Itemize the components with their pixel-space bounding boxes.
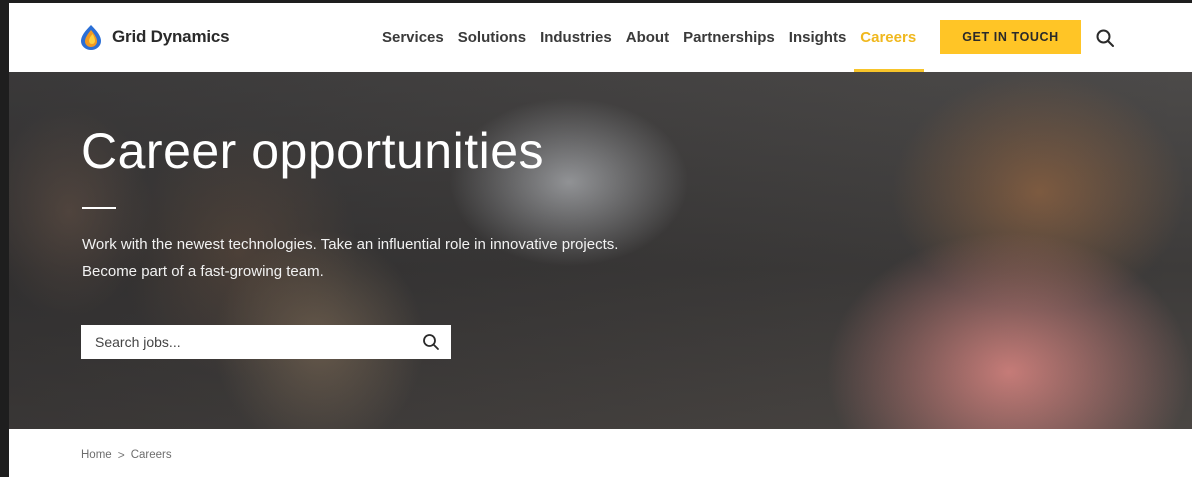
hero-subtitle-line-2: Become part of a fast-growing team.	[82, 263, 324, 280]
job-search-icon[interactable]	[421, 332, 441, 352]
browser-viewport: Grid Dynamics Services Solutions Industr…	[9, 3, 1192, 477]
hero-subtitle-line-1: Work with the newest technologies. Take …	[82, 236, 619, 253]
logo[interactable]: Grid Dynamics	[79, 24, 230, 50]
job-search-box	[81, 325, 451, 359]
nav-item-careers[interactable]: Careers	[854, 3, 925, 72]
site-header: Grid Dynamics Services Solutions Industr…	[9, 3, 1192, 72]
title-divider	[82, 207, 116, 209]
nav-item-solutions[interactable]: Solutions	[458, 3, 526, 72]
page-title: Career opportunities	[81, 123, 545, 179]
nav-item-partnerships[interactable]: Partnerships	[683, 3, 775, 72]
hero-banner: Career opportunities Work with the newes…	[9, 72, 1192, 429]
brand-name: Grid Dynamics	[112, 27, 230, 46]
breadcrumb-home[interactable]: Home	[81, 449, 112, 461]
nav-item-about[interactable]: About	[626, 3, 669, 72]
breadcrumb-current: Careers	[130, 449, 172, 461]
breadcrumb-separator: >	[117, 448, 125, 462]
get-in-touch-button[interactable]: GET IN TOUCH	[940, 20, 1081, 54]
grid-dynamics-logo-icon	[81, 25, 101, 50]
nav-item-industries[interactable]: Industries	[540, 3, 612, 72]
nav-item-insights[interactable]: Insights	[789, 3, 847, 72]
breadcrumb: Home > Careers	[81, 448, 172, 462]
search-icon[interactable]	[1094, 27, 1116, 49]
hero-subtitle: Work with the newest technologies. Take …	[82, 231, 782, 285]
nav-item-services[interactable]: Services	[382, 3, 444, 72]
main-nav: Services Solutions Industries About Part…	[382, 3, 930, 72]
job-search-input[interactable]	[81, 325, 401, 359]
